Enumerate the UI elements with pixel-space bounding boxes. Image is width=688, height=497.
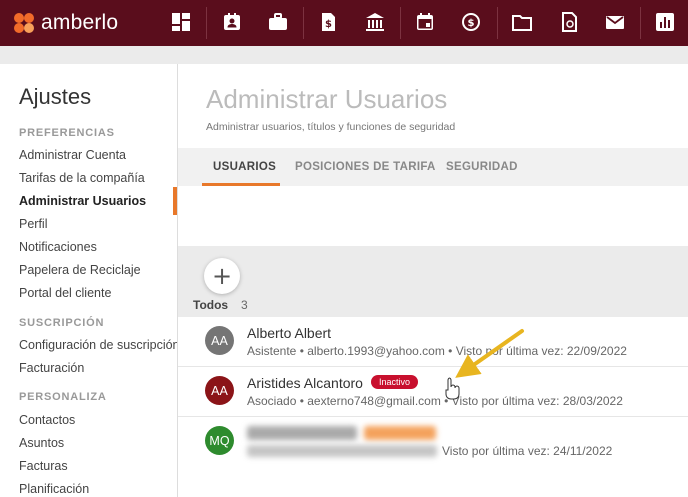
page-subtitle: Administrar usuarios, títulos y funcione… xyxy=(206,121,456,133)
user-name[interactable]: Aristides Alcantoro xyxy=(247,375,363,391)
user-name[interactable]: Alberto Albert xyxy=(247,325,331,341)
sidebar-heading-suscripcion: SUSCRIPCIÓN xyxy=(19,317,105,329)
main-content: Administrar Usuarios Administrar usuario… xyxy=(178,64,688,497)
user-meta: Asistente • alberto.1993@yahoo.com • Vis… xyxy=(247,344,627,358)
page-title: Administrar Usuarios xyxy=(206,84,448,114)
tab-usuarios[interactable]: USUARIOS xyxy=(213,161,276,173)
sidebar-item-asuntos[interactable]: Asuntos xyxy=(19,436,64,450)
redacted-user-name xyxy=(247,426,357,440)
mail-icon[interactable] xyxy=(604,11,626,33)
sidebar-item-planificacion[interactable]: Planificación xyxy=(19,482,89,496)
sidebar-item-perfil[interactable]: Perfil xyxy=(19,217,47,231)
table-row[interactable]: MQ Visto por última vez: 24/11/2022 xyxy=(178,417,688,467)
sidebar-heading-preferencias: PREFERENCIAS xyxy=(19,127,115,139)
avatar: AA xyxy=(205,326,234,355)
calendar-icon[interactable] xyxy=(414,11,436,33)
sidebar-item-facturacion[interactable]: Facturación xyxy=(19,361,84,375)
add-user-button[interactable]: + xyxy=(204,258,240,294)
table-row[interactable]: AA Alberto Albert Asistente • alberto.19… xyxy=(178,317,688,367)
filter-label[interactable]: Todos xyxy=(193,298,228,312)
folder-icon[interactable] xyxy=(511,11,533,33)
sidebar-heading-personaliza: PERSONALIZA xyxy=(19,391,107,403)
svg-text:$: $ xyxy=(468,18,475,29)
avatar: AA xyxy=(205,376,234,405)
toolbar-area xyxy=(178,186,688,246)
user-count: 3 xyxy=(241,298,248,312)
sidebar-item-configuracion-suscripcion[interactable]: Configuración de suscripción xyxy=(19,338,177,352)
reports-icon[interactable] xyxy=(654,11,676,33)
redacted-badge xyxy=(364,426,436,440)
dashboard-icon[interactable] xyxy=(170,11,192,33)
tab-seguridad[interactable]: SEGURIDAD xyxy=(446,161,518,173)
amberlo-logo-icon xyxy=(10,9,38,37)
contacts-icon[interactable] xyxy=(221,11,243,33)
sidebar-active-indicator xyxy=(173,187,177,215)
page-header: Administrar Usuarios Administrar usuario… xyxy=(178,64,688,148)
sidebar-item-papelera[interactable]: Papelera de Reciclaje xyxy=(19,263,141,277)
sidebar-item-administrar-cuenta[interactable]: Administrar Cuenta xyxy=(19,148,126,162)
svg-text:$: $ xyxy=(325,19,332,30)
sidebar-item-tarifas[interactable]: Tarifas de la compañía xyxy=(19,171,145,185)
bank-icon[interactable] xyxy=(364,11,386,33)
briefcase-icon[interactable] xyxy=(267,11,289,33)
sidebar-item-administrar-usuarios[interactable]: Administrar Usuarios xyxy=(19,194,146,208)
time-icon[interactable]: $ xyxy=(460,11,482,33)
brand-name: amberlo xyxy=(41,11,119,34)
tab-bar: USUARIOS POSICIONES DE TARIFA SEGURIDAD xyxy=(178,148,688,186)
avatar: MQ xyxy=(205,426,234,455)
document-icon[interactable] xyxy=(558,11,580,33)
billing-icon[interactable]: $ xyxy=(317,11,339,33)
status-badge-inactivo: Inactivo xyxy=(371,375,419,389)
user-meta: Asociado • aexterno748@gmail.com • Visto… xyxy=(247,394,623,408)
user-list: AA Alberto Albert Asistente • alberto.19… xyxy=(178,317,688,497)
sidebar-item-contactos[interactable]: Contactos xyxy=(19,413,75,427)
amberlo-logo[interactable]: amberlo xyxy=(10,9,118,37)
settings-sidebar: Ajustes PREFERENCIAS Administrar Cuenta … xyxy=(0,64,178,497)
redacted-user-meta xyxy=(247,445,437,457)
top-navigation-bar: amberlo $ $ xyxy=(0,0,688,46)
sidebar-title: Ajustes xyxy=(19,84,92,109)
table-row[interactable]: AA Aristides Alcantoro Asociado • aexter… xyxy=(178,367,688,417)
sidebar-item-notificaciones[interactable]: Notificaciones xyxy=(19,240,97,254)
sidebar-item-facturas[interactable]: Facturas xyxy=(19,459,68,473)
sidebar-item-portal-cliente[interactable]: Portal del cliente xyxy=(19,286,111,300)
tab-posiciones-de-tarifa[interactable]: POSICIONES DE TARIFA xyxy=(295,161,436,173)
plus-icon: + xyxy=(211,262,233,290)
user-last-seen: Visto por última vez: 24/11/2022 xyxy=(442,444,613,458)
